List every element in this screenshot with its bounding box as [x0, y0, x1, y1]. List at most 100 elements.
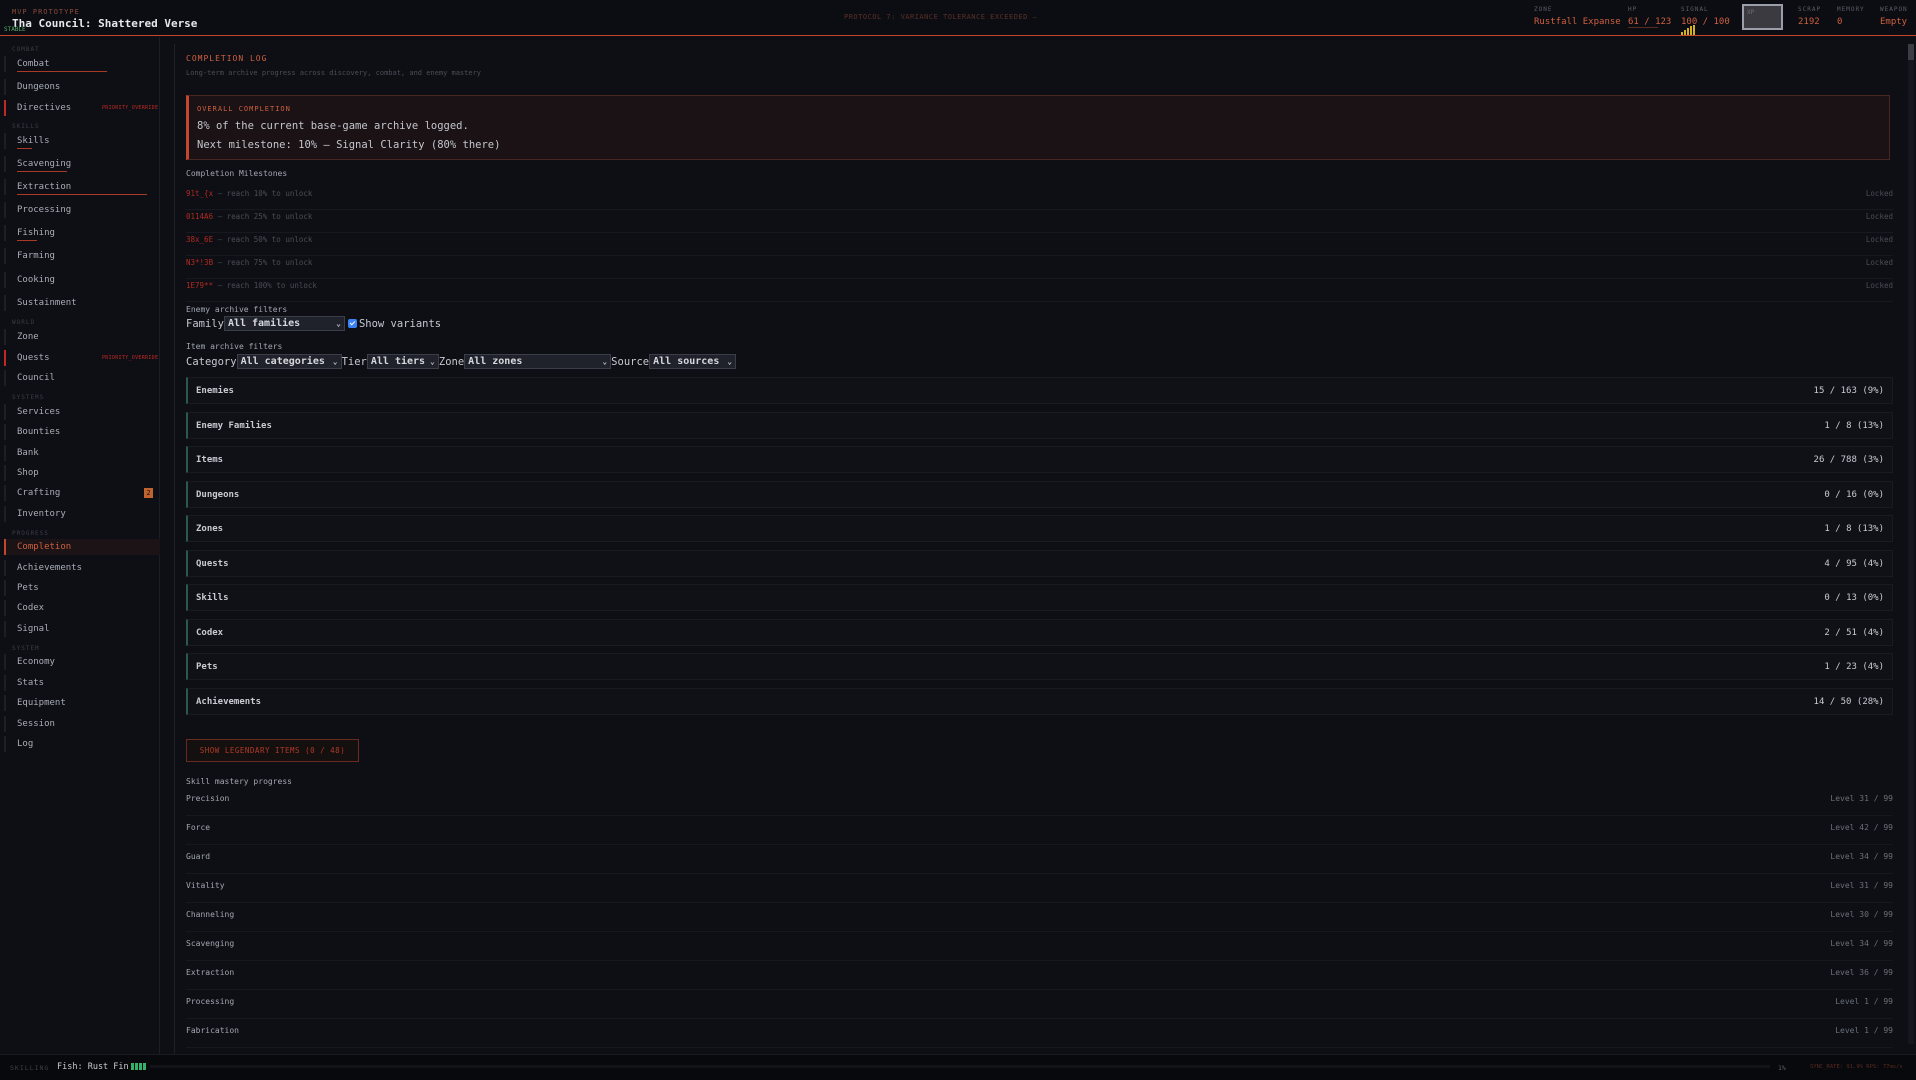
- sidebar-section-label: COMBAT: [12, 46, 40, 53]
- sidebar-item-services[interactable]: Services: [4, 404, 160, 420]
- sidebar-item-processing[interactable]: Processing: [4, 202, 160, 218]
- sidebar-item-economy[interactable]: Economy: [4, 654, 160, 670]
- sidebar-item-pets[interactable]: Pets: [4, 580, 160, 596]
- sync-rate: SYNC_RATE: 91.9% RPS: 77ms/s: [1810, 1064, 1903, 1070]
- sidebar-item-log[interactable]: Log: [4, 736, 160, 752]
- sidebar-item-bank[interactable]: Bank: [4, 445, 160, 461]
- milestone-row: 91t_{x — reach 10% to unlock Locked: [186, 187, 1893, 210]
- chevron-down-icon: ⌄: [602, 357, 608, 366]
- sidebar-item-farming[interactable]: Farming: [4, 248, 160, 264]
- sidebar-item-signal[interactable]: Signal: [4, 621, 160, 637]
- family-select[interactable]: All families ⌄: [223, 316, 345, 331]
- skill-row: Scavenging Level 34 / 99: [186, 939, 1893, 961]
- sidebar-item-combat[interactable]: Combat: [4, 56, 160, 72]
- category-row-pets[interactable]: Pets 1 / 23 (4%): [186, 653, 1893, 680]
- main-scrollbar[interactable]: [1908, 44, 1914, 1044]
- skill-row: Channeling Level 30 / 99: [186, 910, 1893, 932]
- sidebar-item-codex[interactable]: Codex: [4, 600, 160, 616]
- overall-label: OVERALL COMPLETION: [197, 105, 291, 113]
- next-milestone: Next milestone: 10% — Signal Clarity (80…: [197, 139, 501, 151]
- scrollbar-thumb[interactable]: [1908, 44, 1914, 60]
- hp-stat: HP 61 / 123: [1628, 6, 1672, 27]
- sidebar-item-council[interactable]: Council: [4, 370, 160, 386]
- category-select[interactable]: All categories ⌄: [236, 354, 342, 369]
- xp-meter[interactable]: XP: [1742, 4, 1783, 30]
- skill-row: Force Level 42 / 99: [186, 823, 1893, 845]
- category-row-quests[interactable]: Quests 4 / 95 (4%): [186, 550, 1893, 577]
- chevron-down-icon: ⌄: [336, 319, 341, 328]
- overall-summary: 8% of the current base-game archive logg…: [197, 120, 469, 132]
- priority-warning: PRIORITY_OVERRIDE: [102, 355, 159, 361]
- chevron-down-icon: ⌄: [332, 357, 338, 366]
- status-bar: SKILLING Fish: Rust Fin 1% SYNC_RATE: 91…: [0, 1054, 1916, 1080]
- sidebar-item-stats[interactable]: Stats: [4, 675, 160, 691]
- protocol-banner: PROTOCOL 7: VARIANCE TOLERANCE EXCEEDED …: [844, 13, 1038, 21]
- sidebar-item-extraction[interactable]: Extraction: [4, 179, 160, 195]
- category-label: Category: [186, 355, 237, 368]
- milestones-heading: Completion Milestones: [186, 169, 288, 178]
- sidebar-item-dungeons[interactable]: Dungeons: [4, 79, 160, 95]
- zone-label: Zone: [438, 355, 465, 368]
- category-row-codex[interactable]: Codex 2 / 51 (4%): [186, 619, 1893, 646]
- category-row-achievements[interactable]: Achievements 14 / 50 (28%): [186, 688, 1893, 715]
- signal-stat: SIGNAL 100 / 100: [1681, 6, 1730, 27]
- weapon-stat: WEAPON Empty: [1880, 6, 1908, 27]
- sidebar-item-scavenging[interactable]: Scavenging: [4, 156, 160, 172]
- sidebar-section-label: WORLD: [12, 319, 36, 326]
- source-label: Source: [611, 355, 650, 368]
- app-title: Tha Council: Shattered Verse: [12, 17, 198, 30]
- sidebar-item-zone[interactable]: Zone: [4, 329, 160, 345]
- category-row-zones[interactable]: Zones 1 / 8 (13%): [186, 515, 1893, 542]
- sidebar-item-bounties[interactable]: Bounties: [4, 424, 160, 440]
- source-select[interactable]: All sources ⌄: [649, 354, 737, 369]
- sidebar-item-achievements[interactable]: Achievements: [4, 560, 160, 576]
- enemy-filters-heading: Enemy archive filters: [186, 305, 288, 314]
- milestone-row: 1E79** — reach 100% to unlock Locked: [186, 279, 1893, 302]
- category-row-skills[interactable]: Skills 0 / 13 (0%): [186, 584, 1893, 611]
- category-row-enemy-families[interactable]: Enemy Families 1 / 8 (13%): [186, 412, 1893, 439]
- skill-row: Extraction Level 36 / 99: [186, 968, 1893, 990]
- sidebar-section-label: SKILLS: [12, 123, 40, 130]
- activity-percent: 1%: [1778, 1064, 1786, 1072]
- skill-row: Guard Level 34 / 99: [186, 852, 1893, 874]
- skill-row: Precision Level 31 / 99: [186, 794, 1893, 816]
- sidebar-item-shop[interactable]: Shop: [4, 465, 160, 481]
- sidebar-section-label: PROGRESS: [12, 530, 49, 537]
- sidebar-item-equipment[interactable]: Equipment: [4, 695, 160, 711]
- tier-select[interactable]: All tiers ⌄: [366, 354, 439, 369]
- sidebar-item-session[interactable]: Session: [4, 716, 160, 732]
- sidebar-item-sustainment[interactable]: Sustainment: [4, 295, 160, 311]
- family-label: Family: [186, 317, 224, 330]
- sidebar-item-crafting[interactable]: Crafting 2: [4, 485, 160, 501]
- sidebar-section-label: SYSTEM: [12, 645, 40, 652]
- top-bar: MVP PROTOTYPE Tha Council: Shattered Ver…: [0, 0, 1916, 36]
- chevron-down-icon: ⌄: [430, 357, 435, 366]
- chevron-down-icon: ⌄: [727, 357, 733, 366]
- skill-row: Fabrication Level 1 / 99: [186, 1026, 1893, 1048]
- show-variants-checkbox[interactable]: [347, 319, 357, 328]
- zone-select[interactable]: All zones ⌄: [464, 354, 612, 369]
- hp-sparkline: [1628, 27, 1658, 31]
- priority-warning: PRIORITY_OVERRIDE: [102, 105, 159, 111]
- sidebar: COMBAT Combat Dungeons Directives PRIORIT…: [0, 37, 160, 1054]
- memory-stat: MEMORY 0: [1837, 6, 1865, 27]
- category-row-items[interactable]: Items 26 / 788 (3%): [186, 446, 1893, 473]
- mastery-heading: Skill mastery progress: [186, 777, 292, 786]
- skilling-label: SKILLING: [10, 1064, 50, 1072]
- activity-progress-track: [150, 1065, 1770, 1068]
- sidebar-item-quests[interactable]: Quests PRIORITY_OVERRIDE: [4, 350, 160, 366]
- sidebar-item-skills[interactable]: Skills: [4, 133, 160, 149]
- sidebar-item-fishing[interactable]: Fishing: [4, 225, 160, 241]
- show-variants-label: Show variants: [358, 317, 442, 330]
- show-legendary-button[interactable]: SHOW LEGENDARY ITEMS (0 / 48): [186, 739, 359, 762]
- sidebar-item-completion[interactable]: Completion: [4, 539, 160, 555]
- tier-label: Tier: [341, 355, 367, 368]
- category-row-enemies[interactable]: Enemies 15 / 163 (9%): [186, 377, 1893, 404]
- sidebar-item-cooking[interactable]: Cooking: [4, 272, 160, 288]
- sidebar-item-directives[interactable]: Directives PRIORITY_OVERRIDE: [4, 100, 160, 116]
- item-filters: Category All categories ⌄ Tier All tiers ⌄…: [186, 354, 737, 369]
- signal-strength-icon: [1681, 25, 1695, 35]
- skill-row: Processing Level 1 / 99: [186, 997, 1893, 1019]
- sidebar-item-inventory[interactable]: Inventory: [4, 506, 160, 522]
- category-row-dungeons[interactable]: Dungeons 0 / 16 (0%): [186, 481, 1893, 508]
